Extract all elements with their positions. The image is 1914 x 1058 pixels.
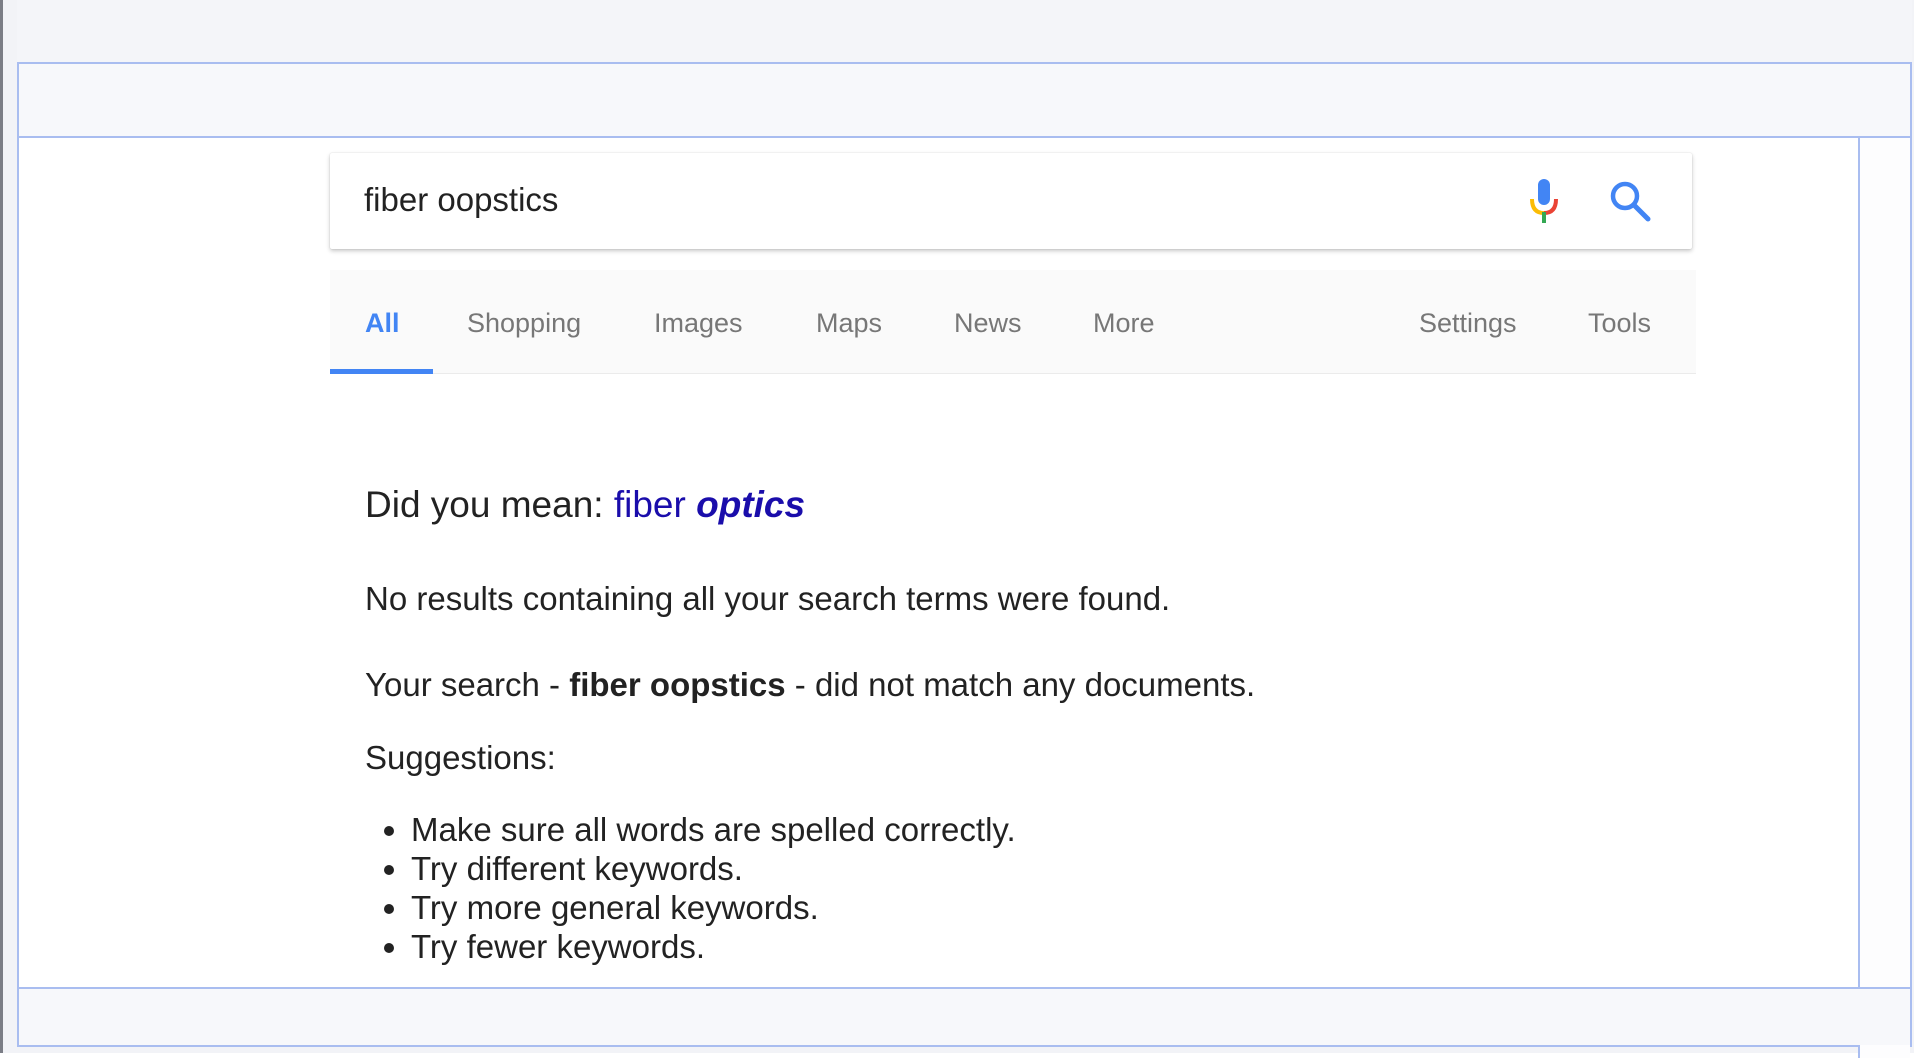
header-bar [19, 64, 1910, 138]
top-band [17, 0, 1912, 62]
right-strip [1858, 138, 1910, 1058]
search-box [330, 153, 1692, 249]
tab-more[interactable]: More [1093, 308, 1155, 339]
microphone-icon[interactable] [1526, 177, 1562, 225]
your-search-query: fiber oopstics [569, 666, 786, 703]
tab-news[interactable]: News [954, 308, 1022, 339]
list-item: Try different keywords. [411, 849, 1016, 888]
search-tabs: All Shopping Images Maps News More Setti… [330, 270, 1696, 374]
tab-maps[interactable]: Maps [816, 308, 882, 339]
tab-settings[interactable]: Settings [1419, 308, 1517, 339]
suggestion-plain: fiber [613, 484, 686, 525]
your-search-prefix: Your search - [365, 666, 561, 703]
your-search-suffix: - did not match any documents. [794, 666, 1256, 703]
suggestions-heading: Suggestions: [365, 739, 556, 776]
suggestion-corrected: optics [696, 484, 806, 525]
no-results-message: No results containing all your search te… [365, 580, 1171, 617]
list-item: Make sure all words are spelled correctl… [411, 810, 1016, 849]
suggestions-list: Make sure all words are spelled correctl… [365, 810, 1016, 966]
list-item: Try fewer keywords. [411, 927, 1016, 966]
did-you-mean-prefix: Did you mean: [365, 484, 604, 525]
tab-tools[interactable]: Tools [1588, 308, 1651, 339]
tab-shopping[interactable]: Shopping [467, 308, 581, 339]
magnifier-icon[interactable] [1608, 179, 1652, 223]
did-you-mean: Did you mean: fiber optics [365, 484, 805, 526]
list-item: Try more general keywords. [411, 888, 1016, 927]
spelling-suggestion-link[interactable]: fiber optics [614, 484, 805, 525]
tab-all[interactable]: All [365, 308, 400, 339]
search-input[interactable] [364, 175, 1464, 225]
your-search-message: Your search - fiber oopstics - did not m… [365, 666, 1255, 704]
tab-images[interactable]: Images [654, 308, 743, 339]
bottom-bar [19, 987, 1910, 1045]
active-tab-indicator [330, 369, 433, 374]
